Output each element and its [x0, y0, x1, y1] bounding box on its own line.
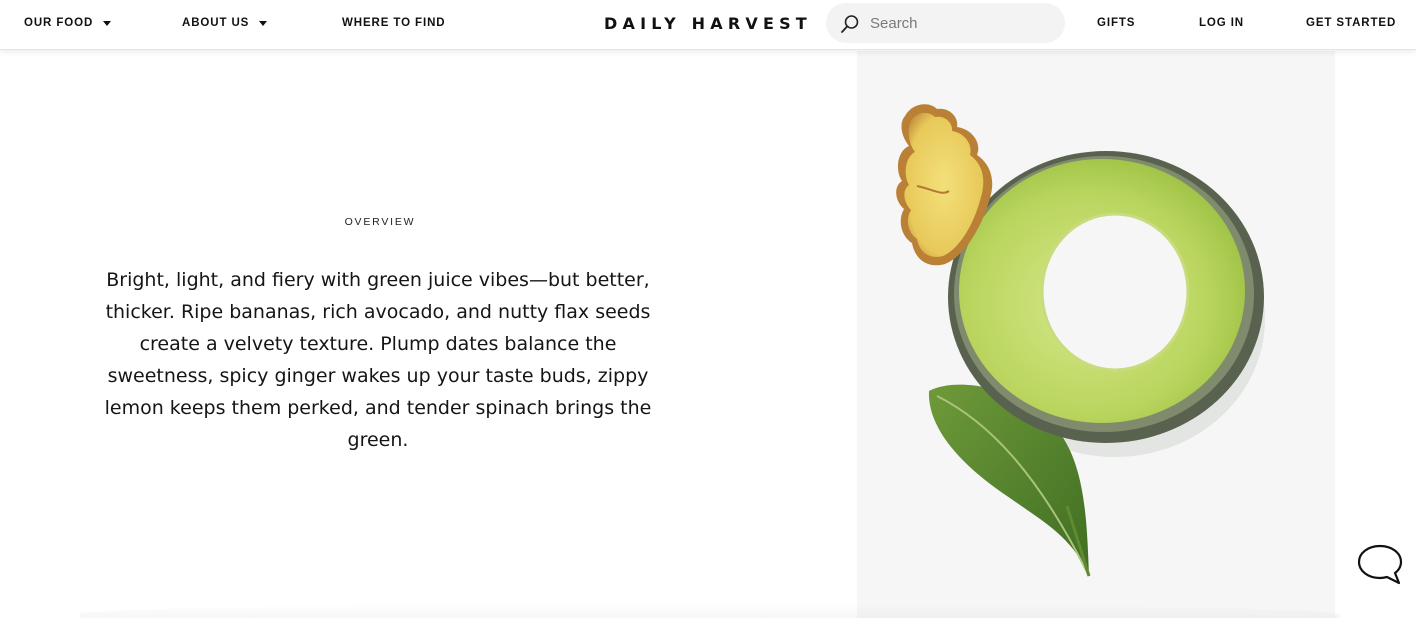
nav-log-in[interactable]: LOG IN — [1199, 0, 1244, 46]
nav-where-to-find[interactable]: WHERE TO FIND — [342, 0, 446, 46]
search-bar[interactable] — [826, 3, 1065, 43]
avocado-slice — [948, 151, 1264, 443]
nav-where-to-find-label: WHERE TO FIND — [342, 17, 446, 29]
chevron-down-icon — [259, 20, 268, 26]
product-description: Bright, light, and fiery with green juic… — [104, 269, 652, 451]
nav-about-us-label: ABOUT US — [182, 17, 250, 29]
overview-label: OVERVIEW — [344, 216, 416, 228]
section-divider-shadow — [80, 604, 1340, 618]
product-image — [857, 51, 1335, 618]
site-header: OUR FOOD ABOUT US WHERE TO FIND DAILY HA… — [0, 0, 1416, 50]
chat-button[interactable] — [1356, 543, 1406, 587]
ingredients-illustration — [896, 104, 1265, 577]
nav-our-food[interactable]: OUR FOOD — [24, 0, 112, 46]
chat-bubble-icon — [1357, 544, 1403, 585]
search-input[interactable] — [870, 11, 1050, 35]
chevron-down-icon — [103, 20, 112, 26]
nav-gifts[interactable]: GIFTS — [1097, 0, 1135, 46]
nav-about-us[interactable]: ABOUT US — [182, 0, 268, 46]
nav-get-started[interactable]: GET STARTED — [1306, 0, 1396, 46]
site-logo[interactable]: DAILY HARVEST — [604, 0, 812, 46]
nav-our-food-label: OUR FOOD — [24, 17, 94, 29]
search-icon — [841, 15, 859, 33]
